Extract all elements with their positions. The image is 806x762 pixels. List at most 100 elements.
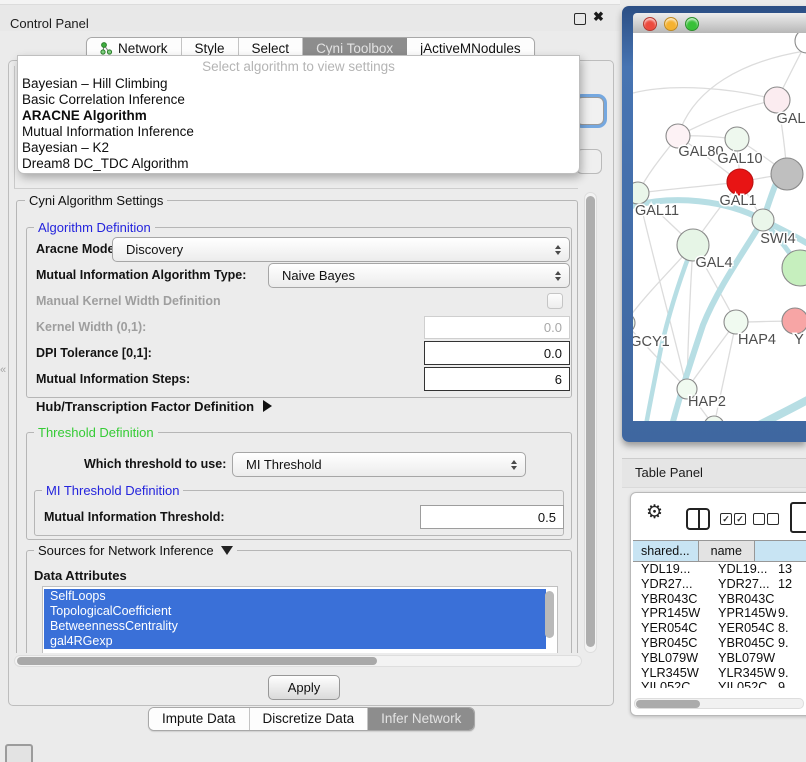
node-label: Y — [794, 332, 804, 348]
control-panel-title: Control Panel — [10, 16, 89, 31]
data-attributes-label: Data Attributes — [34, 568, 127, 583]
sources-group-title[interactable]: Sources for Network Inference — [34, 543, 237, 558]
table-row[interactable]: YDR27...YDR27...12 — [633, 577, 806, 592]
network-node-gal11[interactable] — [633, 182, 649, 204]
mi-threshold-field[interactable]: 0.5 — [420, 505, 564, 529]
bottom-tabs: Impute Data Discretize Data Infer Networ… — [148, 707, 475, 731]
table-row[interactable]: YER054CYER054C8. — [633, 621, 806, 636]
columns-layout-icon[interactable] — [686, 508, 710, 530]
cyni-algorithm-settings-title: Cyni Algorithm Settings — [25, 193, 167, 208]
aracne-mode-label: Aracne Mode: — [36, 242, 119, 256]
network-node-y[interactable] — [782, 308, 806, 334]
apply-button[interactable]: Apply — [268, 675, 340, 700]
close-icon[interactable]: ✖ — [593, 9, 604, 25]
list-item-selected[interactable]: TopologicalCoefficient — [44, 604, 546, 619]
data-attributes-list[interactable]: SelfLoops TopologicalCoefficient Between… — [42, 586, 558, 653]
node-label: HAP4 — [738, 332, 776, 348]
threshold-definition-title: Threshold Definition — [34, 425, 158, 440]
settings-horizontal-scrollbar-thumb[interactable] — [17, 657, 377, 665]
occluded-groupbox-edge — [14, 66, 15, 188]
table-horizontal-scrollbar-thumb[interactable] — [636, 700, 700, 708]
combobox-arrows-icon — [555, 271, 561, 281]
kernel-width-field[interactable]: 0.0 — [424, 316, 570, 339]
table-cell: YBR045C — [710, 636, 776, 651]
network-node-swi4[interactable] — [752, 209, 774, 231]
dropdown-option[interactable]: Bayesian – Hill Climbing — [22, 76, 572, 92]
table-row[interactable]: YDL19...YDL19...13 — [633, 562, 806, 577]
algorithm-combobox-fragment[interactable] — [576, 97, 604, 125]
network-node-gal1[interactable] — [727, 169, 753, 195]
dropdown-option[interactable]: Mutual Information Inference — [22, 124, 572, 140]
tab-impute-data-label: Impute Data — [162, 711, 236, 726]
table-cell: YIL052C — [710, 680, 776, 688]
node-label: GCY1 — [633, 334, 670, 350]
manual-kernel-label: Manual Kernel Width Definition — [36, 294, 221, 308]
select-all-checkbox-icon[interactable]: ✓ — [734, 513, 746, 525]
dropdown-option[interactable]: Dream8 DC_TDC Algorithm — [22, 156, 572, 172]
list-item-selected[interactable]: gal4RGexp — [44, 634, 546, 649]
dpi-tolerance-field[interactable]: 0.0 — [424, 341, 570, 365]
table-cell: YLR345W — [633, 666, 710, 681]
network-node-gal10[interactable] — [725, 127, 749, 151]
settings-vertical-scrollbar-thumb[interactable] — [586, 196, 595, 647]
table-cell: 8. — [776, 621, 806, 636]
table-row[interactable]: YLR345WYLR345W9. — [633, 666, 806, 681]
list-scrollbar-thumb[interactable] — [545, 591, 554, 638]
tab-discretize-data-label: Discretize Data — [263, 711, 355, 726]
tab-discretize-data[interactable]: Discretize Data — [250, 708, 369, 730]
tab-select-label: Select — [252, 41, 290, 56]
node-label: GAL — [776, 111, 805, 127]
table-export-icon[interactable] — [790, 502, 806, 533]
manual-kernel-checkbox[interactable] — [547, 293, 563, 309]
panel-edge-grip[interactable]: « — [0, 364, 6, 376]
application-window: Control Panel ✖ Network Style Select Cyn… — [0, 0, 806, 762]
column-header-name[interactable]: name — [699, 541, 755, 561]
deselect-all-checkbox-icon[interactable] — [753, 513, 765, 525]
dropdown-option[interactable]: Bayesian – K2 — [22, 140, 572, 156]
aracne-mode-combobox[interactable]: Discovery — [112, 237, 570, 262]
gear-icon[interactable]: ⚙ — [646, 503, 663, 522]
collapsed-panel-button[interactable] — [5, 744, 33, 762]
table-row[interactable]: YBR045CYBR045C9. — [633, 636, 806, 651]
mi-type-value: Naive Bayes — [282, 268, 355, 283]
expand-right-icon — [263, 400, 272, 412]
list-item-selected[interactable]: SelfLoops — [44, 589, 546, 604]
tab-impute-data[interactable]: Impute Data — [149, 708, 250, 730]
collapse-down-icon — [221, 546, 233, 555]
tab-infer-network[interactable]: Infer Network — [368, 708, 474, 730]
table-row[interactable]: YIL052CYIL052C9. — [633, 680, 806, 688]
hub-definition-label: Hub/Transcription Factor Definition — [36, 399, 254, 414]
table-cell: YBL079W — [633, 651, 710, 666]
column-header-shared-name[interactable]: shared... — [633, 541, 699, 561]
float-window-icon[interactable] — [574, 13, 586, 25]
network-node-hap4[interactable] — [724, 310, 748, 334]
mi-type-combobox[interactable]: Naive Bayes — [268, 263, 570, 288]
which-threshold-combobox[interactable]: MI Threshold — [232, 452, 526, 477]
close-traffic-light-icon[interactable] — [643, 17, 657, 31]
column-header-clipped[interactable] — [755, 541, 806, 561]
network-node[interactable] — [782, 250, 806, 286]
list-item-selected[interactable]: BetweennessCentrality — [44, 619, 546, 634]
select-all-checkbox-icon[interactable]: ✓ — [720, 513, 732, 525]
table-row[interactable]: YBR043CYBR043C — [633, 592, 806, 607]
network-graph: GALGAL80GAL10GAL1GAL11SWI4GAL4GCY1HAP4YH… — [633, 33, 806, 421]
network-node-gal[interactable] — [764, 87, 790, 113]
network-node[interactable] — [771, 158, 803, 190]
dropdown-option[interactable]: Basic Correlation Inference — [22, 92, 572, 108]
zoom-traffic-light-icon[interactable] — [685, 17, 699, 31]
hub-definition-toggle[interactable]: Hub/Transcription Factor Definition — [36, 399, 272, 414]
deselect-all-checkbox-icon[interactable] — [767, 513, 779, 525]
table-row[interactable]: YBL079WYBL079W — [633, 651, 806, 666]
table-cell: YPR145W — [710, 606, 776, 621]
table-cell: YER054C — [633, 621, 710, 636]
network-window-titlebar[interactable] — [633, 13, 806, 34]
table-row[interactable]: YPR145WYPR145W9. — [633, 606, 806, 621]
network-node-gcy1[interactable] — [633, 313, 635, 333]
network-view-canvas[interactable]: GALGAL80GAL10GAL1GAL11SWI4GAL4GCY1HAP4YH… — [633, 33, 806, 421]
minimize-traffic-light-icon[interactable] — [664, 17, 678, 31]
mi-steps-field[interactable]: 6 — [424, 367, 570, 391]
tab-infer-network-label: Infer Network — [381, 711, 461, 726]
network-node[interactable] — [795, 33, 806, 53]
dropdown-option-highlighted[interactable]: ARACNE Algorithm — [22, 108, 572, 124]
table-cell: YER054C — [710, 621, 776, 636]
